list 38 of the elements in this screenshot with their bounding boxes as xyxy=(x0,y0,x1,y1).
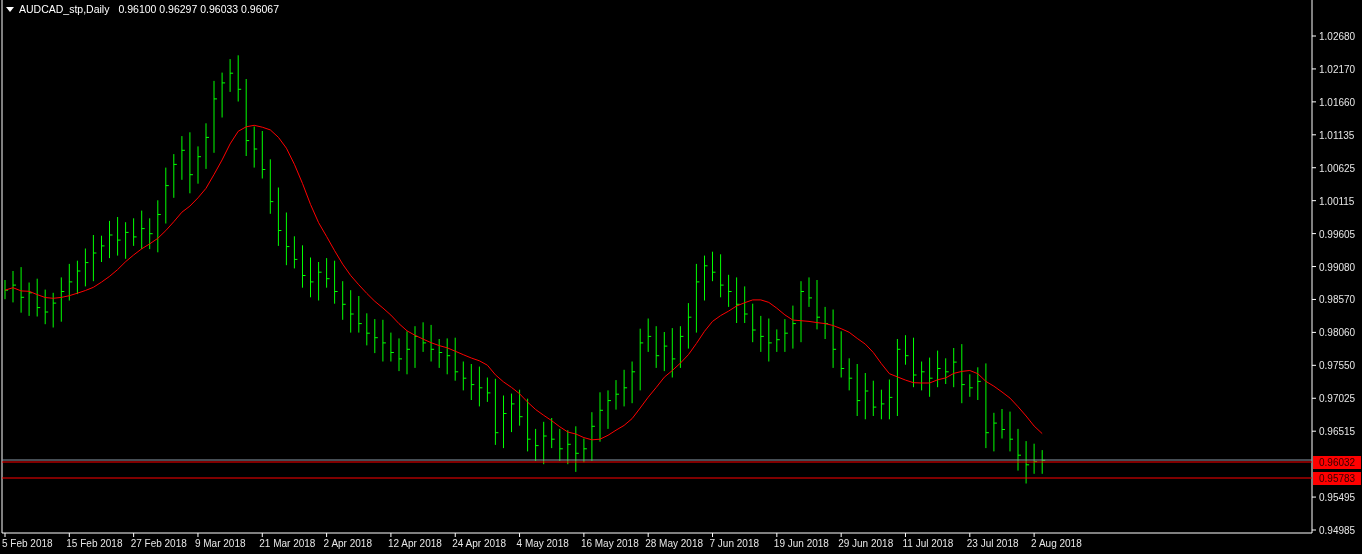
date-axis-label: 4 May 2018 xyxy=(516,538,569,549)
price-quote: 0.96100 0.96297 0.96033 0.96067 xyxy=(118,3,280,15)
date-axis-label: 9 Mar 2018 xyxy=(194,538,246,549)
date-axis-label: 28 May 2018 xyxy=(645,538,704,549)
price-axis-label: 0.94985 xyxy=(1319,525,1356,536)
price-axis-label: 1.00625 xyxy=(1319,162,1356,174)
date-axis-label: 12 Apr 2018 xyxy=(387,538,442,549)
price-tag: 0.96032 xyxy=(1313,456,1361,469)
date-axis-label: 16 May 2018 xyxy=(580,538,639,549)
date-axis-label: 2 Aug 2018 xyxy=(1031,538,1082,549)
date-axis-label: 5 Feb 2018 xyxy=(2,538,53,549)
price-axis-label: 0.99080 xyxy=(1319,261,1356,273)
price-axis-label: 0.98060 xyxy=(1319,327,1356,339)
price-axis-label: 1.00115 xyxy=(1319,195,1355,207)
date-axis-label: 15 Feb 2018 xyxy=(66,538,123,549)
date-axis-label: 27 Feb 2018 xyxy=(130,538,187,549)
price-level-line[interactable] xyxy=(1,477,1313,479)
price-axis-label: 0.98570 xyxy=(1319,294,1356,306)
date-axis-label: 19 Jun 2018 xyxy=(773,538,829,549)
date-axis-label: 21 Mar 2018 xyxy=(259,538,316,549)
price-axis-label: 0.96515 xyxy=(1319,426,1356,438)
date-axis-label: 2 Apr 2018 xyxy=(323,538,372,549)
chart-symbol: AUDCAD_stp,Daily xyxy=(19,3,110,15)
date-axis-label: 24 Apr 2018 xyxy=(452,538,507,549)
price-axis-label: 0.97025 xyxy=(1319,393,1356,405)
price-axis-label: 0.97550 xyxy=(1319,360,1356,372)
date-axis-label: 7 Jun 2018 xyxy=(709,538,759,549)
price-axis-label: 1.02170 xyxy=(1319,63,1356,75)
date-axis-label: 29 Jun 2018 xyxy=(838,538,894,549)
price-axis-label: 0.99605 xyxy=(1319,228,1356,240)
price-axis-label: 0.95495 xyxy=(1319,492,1356,504)
price-tag: 0.95783 xyxy=(1313,472,1361,485)
dropdown-triangle-icon[interactable] xyxy=(6,6,14,12)
date-axis-label: 11 Jul 2018 xyxy=(902,538,954,549)
price-axis-label: 1.01135 xyxy=(1319,129,1355,141)
price-axis-label: 1.02680 xyxy=(1319,31,1356,42)
date-axis-label: 23 Jul 2018 xyxy=(966,538,1019,549)
price-axis-label: 1.01660 xyxy=(1319,96,1356,108)
